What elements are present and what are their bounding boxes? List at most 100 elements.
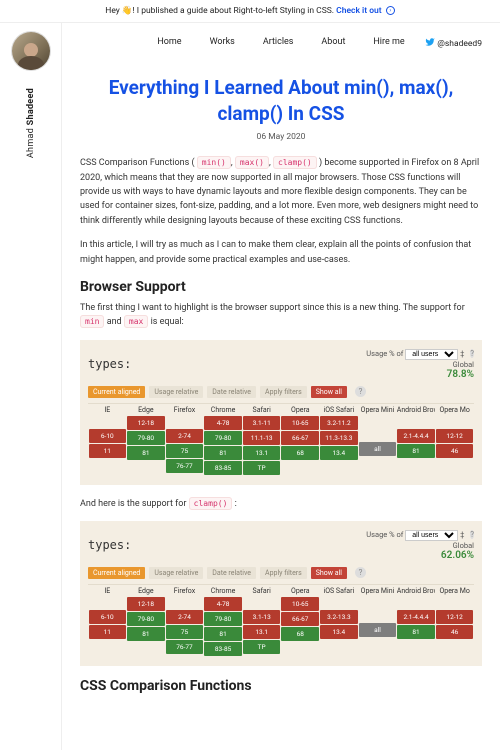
version-cell[interactable]: 66-67: [281, 431, 319, 445]
usage-select[interactable]: all users: [405, 530, 458, 541]
version-cell[interactable]: 68: [281, 627, 319, 641]
version-cell[interactable]: 81: [204, 627, 242, 641]
code-min: min(): [197, 156, 231, 169]
browser-col-head: Safari: [242, 404, 281, 416]
version-cell[interactable]: 81: [397, 625, 435, 639]
version-cell[interactable]: 11.3-13.3: [320, 431, 358, 445]
clamp-support-text: And here is the support for clamp() :: [80, 497, 482, 511]
announcement-bar: Hey 👋! I published a guide about Right-t…: [0, 0, 500, 23]
browser-col-head: Android Browser: [397, 404, 436, 416]
version-cell[interactable]: 46: [436, 625, 474, 639]
tab-show-all[interactable]: Show all: [311, 386, 347, 398]
version-cell[interactable]: TP: [243, 640, 281, 654]
tab-apply-filters[interactable]: Apply filters: [260, 567, 307, 579]
version-cell[interactable]: 3.1-11: [243, 416, 281, 430]
browser-col-head: iOS Safari: [320, 404, 359, 416]
version-cell[interactable]: 79-80: [127, 431, 165, 445]
version-cell[interactable]: 81: [127, 446, 165, 460]
version-cell[interactable]: 3.1-13: [243, 610, 281, 624]
version-cell[interactable]: 66-67: [281, 612, 319, 626]
version-cell[interactable]: 3.2-13.3: [320, 610, 358, 624]
version-cell[interactable]: 3.2-11.2: [320, 416, 358, 430]
browser-col-head: Android Browser: [397, 585, 436, 597]
announcement-link[interactable]: Check it out: [336, 6, 382, 16]
support-tabs: Current aligned Usage relative Date relati…: [88, 567, 474, 579]
usage-select[interactable]: all users: [405, 349, 458, 360]
version-cell[interactable]: 79-80: [204, 612, 242, 626]
version-cell[interactable]: 79-80: [127, 612, 165, 626]
version-cell[interactable]: 2-74: [166, 610, 204, 624]
nav-home[interactable]: Home: [157, 37, 181, 47]
help-icon[interactable]: ?: [355, 567, 366, 578]
nav-articles[interactable]: Articles: [263, 37, 294, 47]
arrow-right-icon: ›: [386, 6, 395, 15]
version-cell[interactable]: 81: [204, 446, 242, 460]
version-cell[interactable]: 2.1-4.4.4: [397, 429, 435, 443]
tab-current-aligned[interactable]: Current aligned: [88, 567, 145, 579]
version-cell[interactable]: 81: [397, 444, 435, 458]
nav-about[interactable]: About: [321, 37, 345, 47]
tab-current-aligned[interactable]: Current aligned: [88, 386, 145, 398]
tab-usage-relative[interactable]: Usage relative: [149, 567, 203, 579]
version-cell[interactable]: all: [359, 442, 397, 456]
version-cell[interactable]: 10-65: [281, 416, 319, 430]
version-cell[interactable]: 11.1-13: [243, 431, 281, 445]
browser-col-head: IE: [88, 585, 127, 597]
version-cell[interactable]: 12-12: [436, 429, 474, 443]
support-title: types:: [88, 357, 131, 371]
version-cell[interactable]: 4-78: [204, 597, 242, 611]
version-cell[interactable]: 68: [281, 446, 319, 460]
tab-apply-filters[interactable]: Apply filters: [260, 386, 307, 398]
version-cell[interactable]: 12-18: [127, 597, 165, 611]
twitter-link[interactable]: @shadeed9: [425, 37, 482, 50]
help-icon[interactable]: ?: [355, 386, 366, 397]
tab-show-all[interactable]: Show all: [311, 567, 347, 579]
support-global: Usage % of all users ‡ ?Global 78.8%: [366, 348, 474, 380]
browser-col-head: Opera Mini: [358, 585, 397, 597]
version-cell[interactable]: 10-65: [281, 597, 319, 611]
version-cell[interactable]: TP: [243, 461, 281, 475]
version-cell[interactable]: 79-80: [204, 431, 242, 445]
browser-col-head: Edge: [127, 404, 166, 416]
tab-date-relative[interactable]: Date relative: [207, 386, 256, 398]
version-cell[interactable]: 76-77: [166, 459, 204, 473]
nav-works[interactable]: Works: [210, 37, 235, 47]
nav-hire[interactable]: Hire me: [373, 37, 404, 47]
help-icon[interactable]: ?: [470, 530, 474, 539]
version-cell[interactable]: all: [359, 623, 397, 637]
version-cell[interactable]: 83-85: [204, 461, 242, 475]
version-cell[interactable]: 2-74: [166, 429, 204, 443]
version-cell[interactable]: 75: [166, 625, 204, 639]
tab-date-relative[interactable]: Date relative: [207, 567, 256, 579]
version-cell[interactable]: 6-10: [89, 610, 127, 624]
version-cell[interactable]: 11: [89, 625, 127, 639]
browser-col-head: Opera: [281, 404, 320, 416]
avatar[interactable]: [12, 32, 50, 70]
help-icon[interactable]: ?: [470, 349, 474, 358]
post-title: Everything I Learned About min(), max(),…: [104, 75, 458, 126]
version-cell[interactable]: 76-77: [166, 640, 204, 654]
version-cell[interactable]: 13.1: [243, 446, 281, 460]
article-body: CSS Comparison Functions ( min(), max(),…: [80, 156, 482, 694]
browser-head-row: IEEdgeFirefoxChromeSafariOperaiOS Safari…: [88, 403, 474, 416]
version-cell[interactable]: 46: [436, 444, 474, 458]
version-cell[interactable]: 4-78: [204, 416, 242, 430]
browser-col-head: Opera: [281, 585, 320, 597]
version-cell[interactable]: 12-12: [436, 610, 474, 624]
version-cell[interactable]: 2.1-4.4.4: [397, 610, 435, 624]
version-cell[interactable]: 12-18: [127, 416, 165, 430]
main-column: Home Works Articles About Hire me @shade…: [62, 23, 500, 694]
version-cell[interactable]: 81: [127, 627, 165, 641]
version-cell[interactable]: 13.1: [243, 625, 281, 639]
version-cell[interactable]: 6-10: [89, 429, 127, 443]
version-cell[interactable]: 13.4: [320, 446, 358, 460]
browser-col-head: Edge: [127, 585, 166, 597]
post-date: 06 May 2020: [80, 132, 482, 142]
version-cell[interactable]: 13.4: [320, 625, 358, 639]
browser-col-head: Opera Mo: [435, 404, 474, 416]
version-cell[interactable]: 11: [89, 444, 127, 458]
tab-usage-relative[interactable]: Usage relative: [149, 386, 203, 398]
version-cell[interactable]: 83-85: [204, 642, 242, 656]
version-cell[interactable]: 75: [166, 444, 204, 458]
intro-paragraph-2: In this article, I will try as much as I…: [80, 238, 482, 267]
